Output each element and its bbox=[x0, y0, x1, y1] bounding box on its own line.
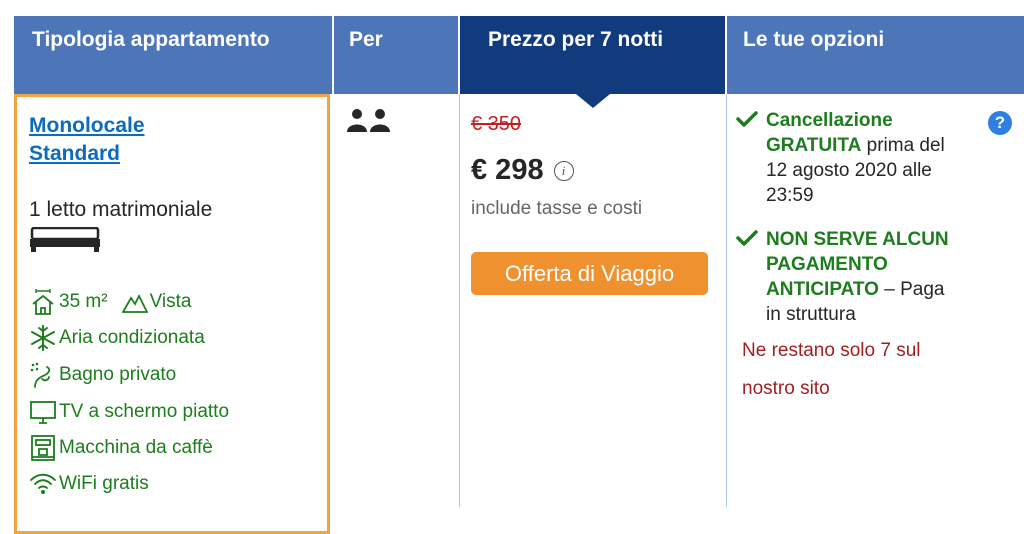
prepay-line1: NON SERVE ALCUN bbox=[766, 229, 949, 250]
current-price: € 298 i bbox=[471, 154, 574, 187]
tv-icon bbox=[30, 401, 56, 424]
header-price-notch bbox=[576, 94, 610, 108]
header-options: Le tue opzioni bbox=[727, 16, 1024, 94]
free-cancellation-option: Cancellazione GRATUITA prima del 12 agos… bbox=[736, 108, 998, 208]
original-price: € 350 bbox=[471, 113, 522, 135]
help-icon[interactable]: ? bbox=[988, 111, 1012, 135]
facility-label: TV a schermo piatto bbox=[59, 401, 230, 422]
check-icon bbox=[736, 230, 758, 246]
wifi-icon bbox=[30, 473, 56, 494]
column-divider bbox=[459, 94, 460, 507]
shower-icon bbox=[30, 362, 51, 388]
check-icon bbox=[736, 111, 758, 127]
room-title-line2: Standard bbox=[29, 142, 121, 165]
facility-label: Aria condizionata bbox=[59, 327, 205, 348]
room-size-icon bbox=[32, 289, 54, 315]
availability-line1: Ne restano solo 7 sul bbox=[742, 340, 921, 361]
taxes-note: include tasse e costi bbox=[471, 198, 643, 219]
travel-deal-badge: Offerta di Viaggio bbox=[471, 252, 708, 295]
pay-at-property-text: – Paga bbox=[878, 279, 945, 300]
room-title-link[interactable]: Monolocale Standard bbox=[29, 112, 229, 168]
facility-coffee: Macchina da caffè bbox=[29, 434, 213, 462]
header-price-label: Prezzo per 7 notti bbox=[488, 28, 664, 51]
facility-label: 35 m² bbox=[59, 291, 108, 312]
column-divider bbox=[726, 94, 727, 507]
availability-warning: Ne restano solo 7 sul nostro sito bbox=[742, 332, 1002, 408]
cancel-date: 12 agosto 2020 alle bbox=[766, 160, 932, 181]
header-per: Per bbox=[334, 16, 458, 94]
room-cell: Monolocale Standard 1 letto matrimoniale… bbox=[14, 94, 330, 534]
room-title-line1: Monolocale bbox=[29, 114, 145, 137]
prepay-line3: ANTICIPATO bbox=[766, 279, 879, 300]
facility-label: Macchina da caffè bbox=[59, 437, 213, 458]
snowflake-icon bbox=[31, 325, 55, 351]
facility-label: WiFi gratis bbox=[59, 473, 149, 494]
pay-at-property-line2: in struttura bbox=[766, 304, 856, 325]
header-price: Prezzo per 7 notti bbox=[460, 16, 725, 108]
coffee-machine-icon bbox=[31, 435, 55, 461]
two-persons-icon bbox=[346, 108, 392, 137]
no-prepayment-option: NON SERVE ALCUN PAGAMENTO ANTICIPATO – P… bbox=[736, 227, 998, 327]
cancel-deadline-text: prima del bbox=[861, 135, 945, 156]
facility-tv: TV a schermo piatto bbox=[29, 398, 229, 426]
facility-size-view: 35 m² Vista bbox=[29, 288, 191, 316]
header-room-type: Tipologia appartamento bbox=[14, 16, 332, 94]
cancel-free: GRATUITA bbox=[766, 135, 862, 156]
bed-type: 1 letto matrimoniale bbox=[29, 198, 213, 221]
facility-label: Vista bbox=[149, 291, 192, 312]
double-bed-icon bbox=[29, 226, 101, 258]
facility-label: Bagno privato bbox=[59, 364, 177, 385]
facility-bathroom: Bagno privato bbox=[29, 361, 176, 389]
info-icon[interactable]: i bbox=[553, 160, 574, 181]
facility-wifi: WiFi gratis bbox=[29, 471, 149, 497]
facility-aircon: Aria condizionata bbox=[29, 324, 205, 352]
mountain-view-icon bbox=[121, 293, 148, 313]
availability-line2: nostro sito bbox=[742, 378, 830, 399]
current-price-value: € 298 bbox=[471, 154, 544, 186]
cancel-title: Cancellazione bbox=[766, 110, 893, 131]
prepay-line2: PAGAMENTO bbox=[766, 254, 888, 275]
cancel-time: 23:59 bbox=[766, 185, 814, 206]
